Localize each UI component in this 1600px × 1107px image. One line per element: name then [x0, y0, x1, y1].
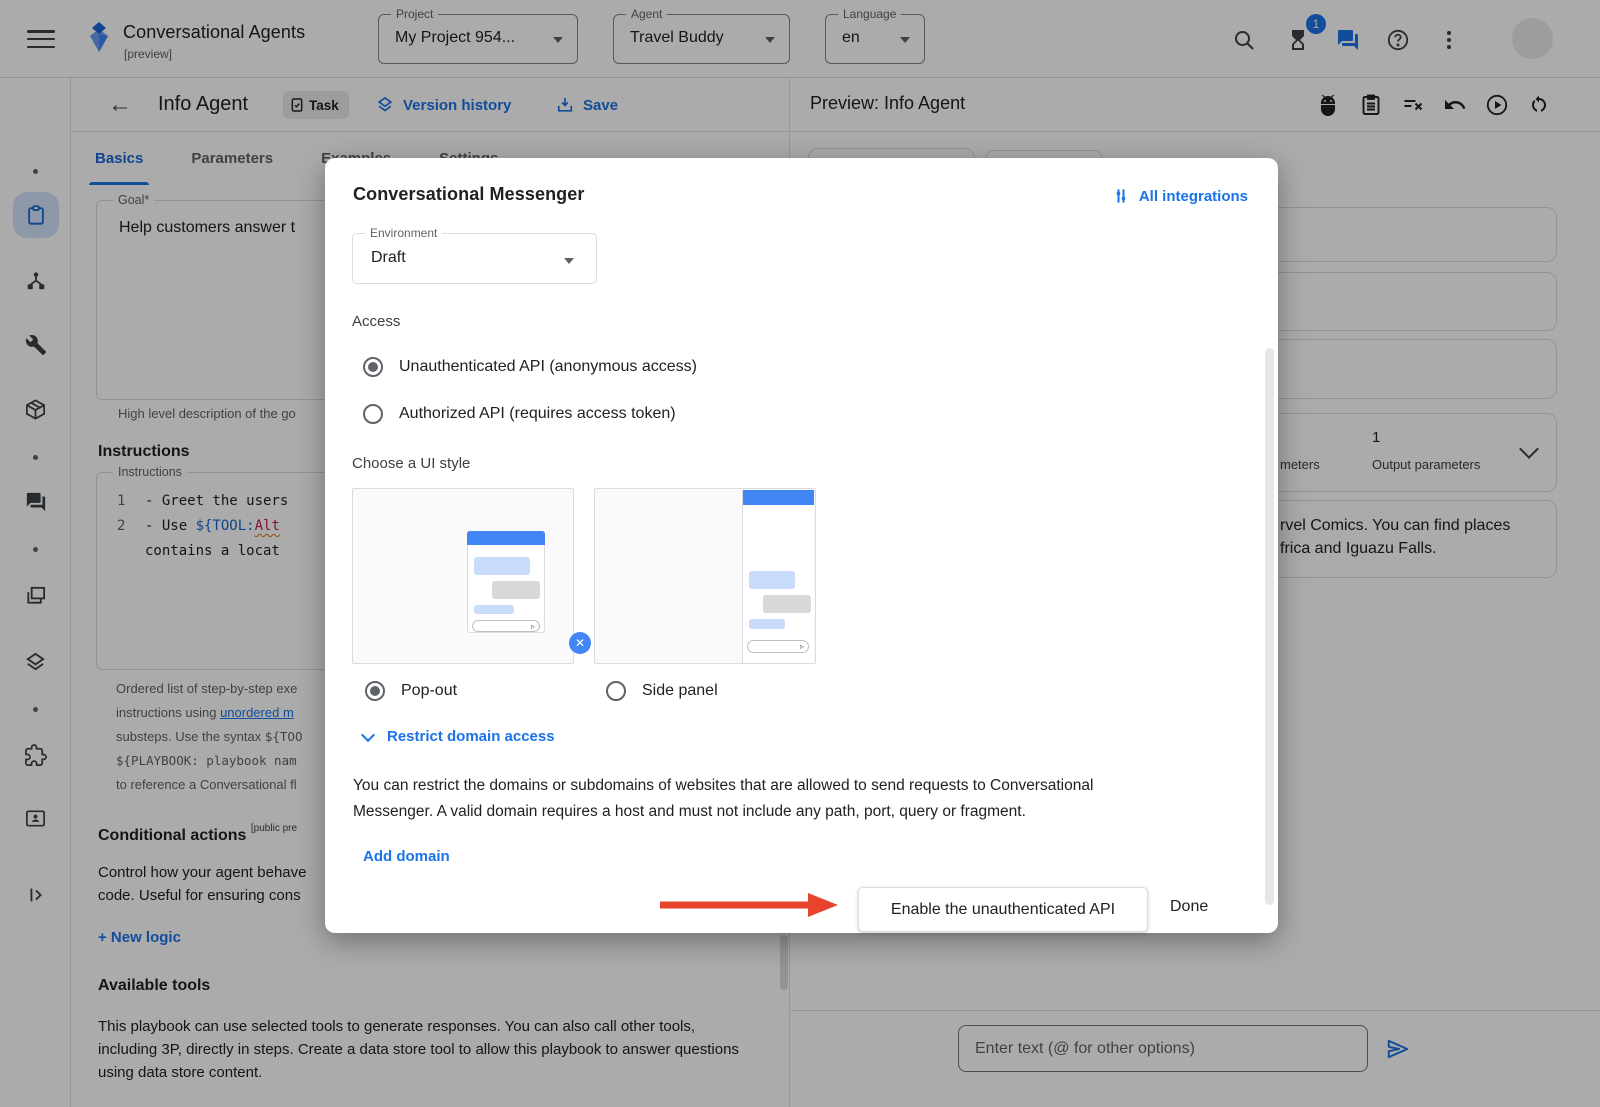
restrict-domain-description: You can restrict the domains or subdomai… — [353, 773, 1168, 825]
radio-sidepanel[interactable]: Side panel — [606, 681, 718, 701]
annotation-arrow — [658, 891, 840, 919]
restrict-domain-toggle[interactable]: Restrict domain access — [363, 728, 555, 745]
ui-style-heading: Choose a UI style — [352, 455, 470, 472]
popout-style-thumbnail[interactable]: ▹ ✕ — [352, 488, 574, 664]
radio-unselected-icon — [606, 681, 626, 701]
mini-chat-input: ▹ — [747, 640, 809, 653]
sidepanel-style-thumbnail[interactable]: ▹ — [594, 488, 816, 664]
close-icon: ✕ — [569, 632, 591, 654]
mini-chat-input: ▹ — [472, 620, 540, 632]
app-window: Conversational Agents [preview] Project … — [0, 0, 1600, 1107]
radio-unselected-icon — [363, 404, 383, 424]
modal-scrollbar-thumb[interactable] — [1265, 348, 1274, 905]
radio-selected-icon — [365, 681, 385, 701]
environment-label: Environment — [365, 226, 442, 240]
dropdown-caret-icon — [564, 258, 574, 264]
dialog-title: Conversational Messenger — [353, 184, 584, 205]
environment-selector[interactable]: Environment Draft — [352, 233, 597, 284]
conversational-messenger-dialog: Conversational Messenger All integration… — [325, 158, 1278, 933]
radio-selected-icon — [363, 357, 383, 377]
integrations-link-icon — [1111, 186, 1131, 206]
chevron-down-icon — [361, 727, 375, 741]
done-button[interactable]: Done — [1170, 898, 1208, 916]
radio-popout[interactable]: Pop-out — [365, 681, 457, 701]
all-integrations-link[interactable]: All integrations — [1111, 186, 1248, 206]
radio-authorized-api[interactable]: Authorized API (requires access token) — [363, 404, 676, 424]
environment-value: Draft — [371, 249, 406, 267]
enable-unauthenticated-api-button[interactable]: Enable the unauthenticated API — [858, 887, 1148, 932]
sidepanel-widget: ▹ — [742, 490, 814, 663]
access-heading: Access — [352, 313, 400, 330]
add-domain-button[interactable]: Add domain — [363, 848, 450, 865]
popout-widget: ▹ — [467, 531, 545, 633]
radio-unauthenticated-api[interactable]: Unauthenticated API (anonymous access) — [363, 357, 697, 377]
